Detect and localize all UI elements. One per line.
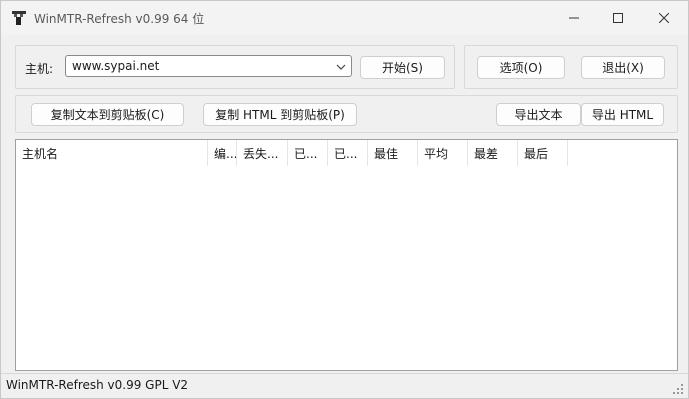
- window-title: WinMTR-Refresh v0.99 64 位: [34, 12, 205, 26]
- minimize-icon: [569, 17, 579, 19]
- export-html-button[interactable]: 导出 HTML: [581, 103, 664, 126]
- column-header-received[interactable]: 已...: [328, 140, 368, 166]
- host-input[interactable]: www.sypai.net: [72, 59, 159, 73]
- export-text-button[interactable]: 导出文本: [496, 103, 581, 126]
- app-icon: [12, 11, 26, 25]
- column-header-hostname[interactable]: 主机名: [16, 140, 208, 166]
- column-header-number[interactable]: 编...: [208, 140, 237, 166]
- column-header-average[interactable]: 平均: [418, 140, 468, 166]
- exit-button[interactable]: 退出(X): [581, 56, 665, 79]
- options-button[interactable]: 选项(O): [477, 56, 565, 79]
- host-label: 主机:: [25, 62, 54, 76]
- maximize-button[interactable]: [595, 1, 641, 35]
- status-bar: WinMTR-Refresh v0.99 GPL V2: [1, 373, 688, 398]
- column-header-loss[interactable]: 丢失...: [237, 140, 288, 166]
- minimize-button[interactable]: [551, 1, 597, 35]
- column-header-worst[interactable]: 最差: [468, 140, 518, 166]
- close-button[interactable]: [641, 1, 687, 35]
- close-icon: [659, 13, 669, 23]
- host-combobox[interactable]: www.sypai.net: [65, 55, 352, 77]
- chevron-down-icon[interactable]: [336, 62, 346, 72]
- column-header-last[interactable]: 最后: [518, 140, 568, 166]
- copy-text-button[interactable]: 复制文本到剪贴板(C): [31, 103, 184, 126]
- status-text: WinMTR-Refresh v0.99 GPL V2: [6, 378, 189, 392]
- main-window: WinMTR-Refresh v0.99 64 位 主机: www.sypai.…: [0, 0, 689, 399]
- copy-html-button[interactable]: 复制 HTML 到剪贴板(P): [203, 103, 357, 126]
- maximize-icon: [613, 13, 623, 23]
- column-header-best[interactable]: 最佳: [368, 140, 418, 166]
- resize-grip-icon[interactable]: [672, 383, 684, 395]
- title-bar: WinMTR-Refresh v0.99 64 位: [1, 1, 688, 35]
- results-table[interactable]: 主机名 编... 丢失... 已... 已... 最佳 平均 最差 最后: [15, 139, 678, 371]
- column-header-sent[interactable]: 已...: [288, 140, 328, 166]
- start-button[interactable]: 开始(S): [360, 56, 445, 79]
